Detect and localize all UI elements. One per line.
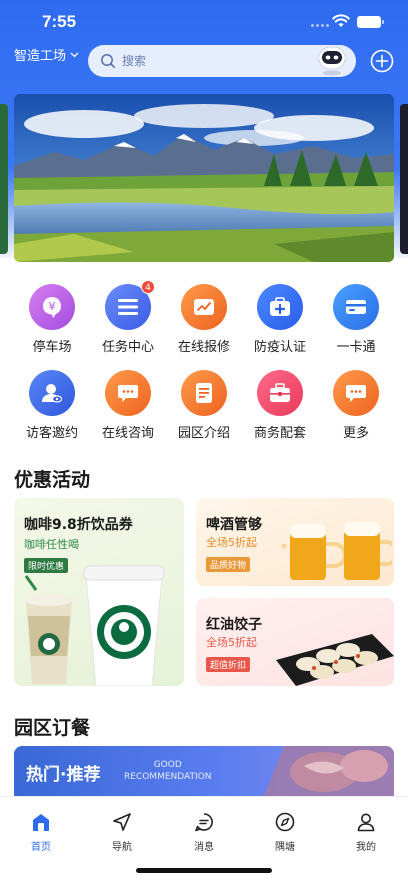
banner-carousel[interactable] xyxy=(14,94,394,262)
profile-icon xyxy=(357,813,375,832)
more-chat-icon xyxy=(333,370,379,416)
location-label: 智造工场 xyxy=(14,49,67,64)
tab-discover[interactable]: 隅塘 xyxy=(255,811,315,853)
navigation-icon xyxy=(113,813,131,831)
dumpling-promo-card[interactable]: 红油饺子 全场5折起 超值折扣 xyxy=(196,598,394,686)
compass-icon xyxy=(275,812,295,832)
visitor-icon xyxy=(29,370,75,416)
card-title: 啤酒管够 xyxy=(206,517,262,533)
tab-messages[interactable]: 消息 xyxy=(174,811,234,853)
banner-title: 热门·推荐 xyxy=(26,765,101,785)
tab-label: 首页 xyxy=(31,842,51,853)
search-input[interactable] xyxy=(122,52,302,70)
dumpling-plate-image xyxy=(276,634,394,686)
dining-title: 园区订餐 xyxy=(14,717,91,739)
service-one-card[interactable]: 一卡通 xyxy=(318,284,394,355)
banner-landscape-image xyxy=(14,94,394,262)
card-subtitle: 全场5折起 xyxy=(206,636,257,649)
message-icon xyxy=(195,813,213,832)
search-icon xyxy=(101,54,115,68)
briefcase-icon xyxy=(257,370,303,416)
tab-label: 隅塘 xyxy=(275,842,295,853)
beer-promo-card[interactable]: 啤酒管够 全场5折起 品质好物 xyxy=(196,498,394,586)
location-selector[interactable]: 智造工场 xyxy=(14,45,79,64)
tab-profile[interactable]: 我的 xyxy=(336,811,396,853)
banner-english-caption: GOOD RECOMMENDATION xyxy=(124,760,212,782)
tab-home[interactable]: 首页 xyxy=(11,811,71,853)
svg-text:¥: ¥ xyxy=(49,300,56,313)
signal-icon xyxy=(311,24,329,27)
service-online-repair[interactable]: 在线报修 xyxy=(166,284,242,355)
add-circle-button[interactable] xyxy=(370,49,394,73)
service-task-center[interactable]: 4 任务中心 xyxy=(90,280,166,355)
chevron-down-icon xyxy=(70,52,79,57)
home-indicator xyxy=(136,868,272,873)
status-time: 7:55 xyxy=(42,12,77,31)
search-bar[interactable] xyxy=(88,45,356,77)
service-label: 一卡通 xyxy=(336,340,376,355)
service-label: 更多 xyxy=(342,426,369,441)
service-label: 商务配套 xyxy=(253,426,306,441)
status-bar: 7:55 xyxy=(0,0,408,44)
service-label: 在线咨询 xyxy=(101,426,154,441)
card-icon xyxy=(333,284,379,330)
service-label: 防疫认证 xyxy=(253,340,306,355)
service-label: 任务中心 xyxy=(101,340,154,355)
card-tag: 超值折扣 xyxy=(206,657,251,672)
card-title: 咖啡9.8折饮品券 xyxy=(24,517,133,533)
robot-assistant-icon[interactable] xyxy=(314,41,350,77)
service-business-support[interactable]: 商务配套 xyxy=(242,370,318,441)
service-park-intro[interactable]: 园区介绍 xyxy=(166,370,242,441)
service-label: 停车场 xyxy=(32,340,72,355)
coffee-cups-image xyxy=(24,565,165,686)
service-parking[interactable]: ¥ 停车场 xyxy=(14,284,90,355)
service-label: 园区介绍 xyxy=(177,426,230,441)
battery-icon xyxy=(357,16,384,28)
tab-label: 消息 xyxy=(194,842,214,853)
task-count-badge: 4 xyxy=(141,280,155,294)
repair-chart-icon xyxy=(181,284,227,330)
service-epidemic-cert[interactable]: 防疫认证 xyxy=(242,284,318,355)
document-icon xyxy=(181,370,227,416)
banner-previous-peek xyxy=(0,104,8,254)
banner-next-peek xyxy=(400,104,408,254)
food-image xyxy=(264,746,394,796)
recommendation-banner[interactable]: 热门·推荐 GOOD RECOMMENDATION xyxy=(14,746,394,796)
medical-kit-icon xyxy=(257,284,303,330)
promotions-title: 优惠活动 xyxy=(14,469,91,491)
service-visitor-invite[interactable]: 访客邀约 xyxy=(14,370,90,441)
tab-navigation[interactable]: 导航 xyxy=(92,811,152,853)
card-subtitle: 全场5折起 xyxy=(206,536,257,549)
coffee-promo-card[interactable]: 咖啡9.8折饮品券 咖啡任性喝 限时优惠 xyxy=(14,498,184,686)
service-more[interactable]: 更多 xyxy=(318,370,394,441)
card-title: 红油饺子 xyxy=(206,617,262,633)
beer-mugs-image xyxy=(282,522,392,580)
service-online-consult[interactable]: 在线咨询 xyxy=(90,370,166,441)
wifi-icon xyxy=(332,14,350,27)
service-label: 访客邀约 xyxy=(25,426,78,441)
card-subtitle: 咖啡任性喝 xyxy=(24,538,79,551)
home-icon xyxy=(33,814,49,831)
card-tag: 品质好物 xyxy=(206,557,251,572)
task-list-icon: 4 xyxy=(105,280,155,330)
chat-icon xyxy=(105,370,151,416)
tab-label: 我的 xyxy=(356,842,376,853)
tab-label: 导航 xyxy=(112,842,132,853)
service-label: 在线报修 xyxy=(177,340,230,355)
parking-icon: ¥ xyxy=(29,284,75,330)
